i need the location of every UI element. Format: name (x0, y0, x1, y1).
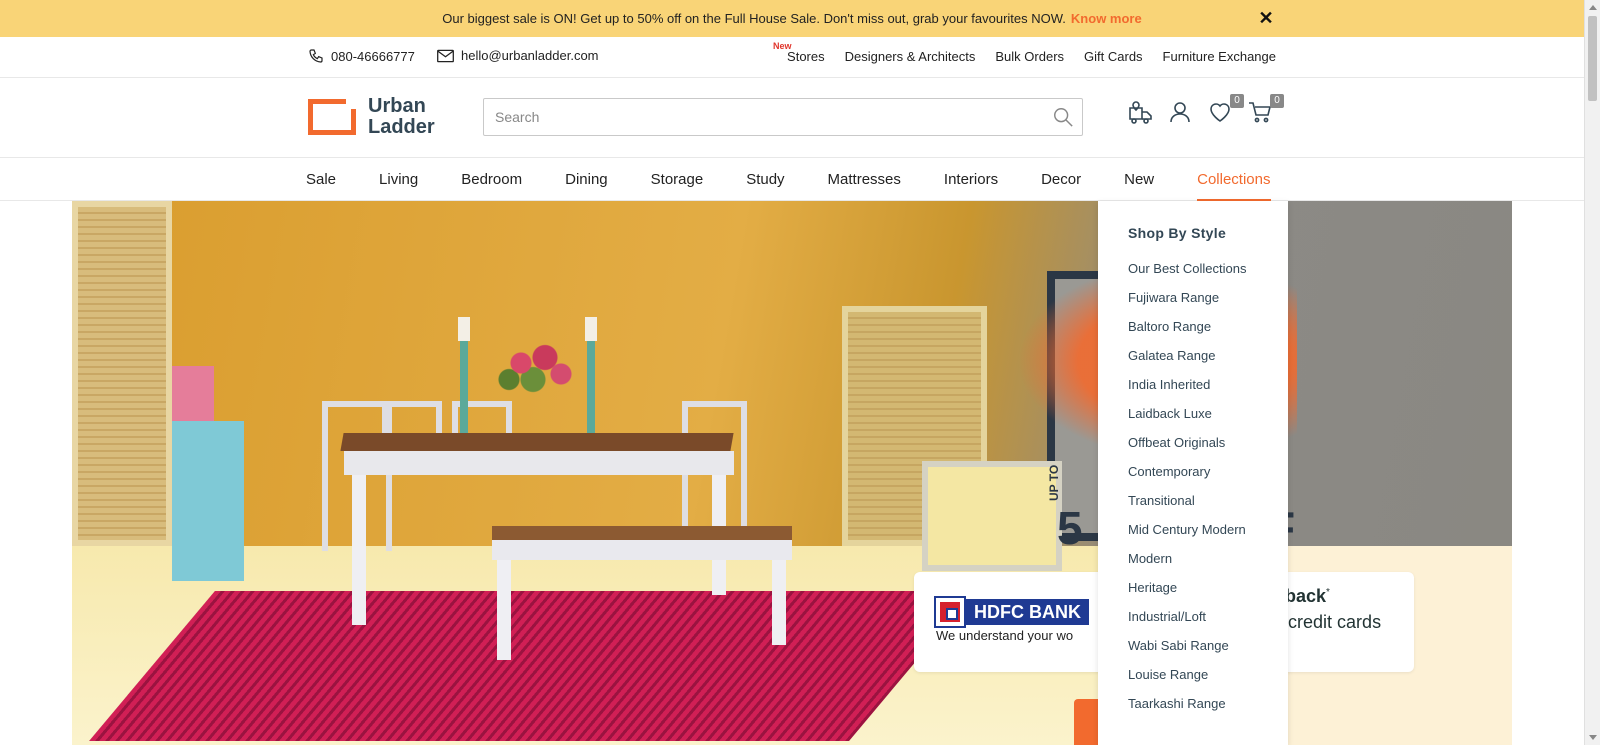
utility-link-gift-cards[interactable]: Gift Cards (1084, 49, 1143, 64)
collection-laidback-luxe[interactable]: Laidback Luxe (1128, 404, 1288, 433)
collection-india-inherited[interactable]: India Inherited (1128, 375, 1288, 404)
nav-item-living[interactable]: Living (379, 158, 418, 201)
collection-fujiwara-range[interactable]: Fujiwara Range (1128, 288, 1288, 317)
collection-offbeat-originals[interactable]: Offbeat Originals (1128, 433, 1288, 462)
hdfc-mark-icon (934, 596, 966, 628)
art-frame (922, 461, 1062, 571)
wishlist-heart-icon[interactable]: 0 (1208, 94, 1244, 126)
logo-line-2: Ladder (368, 116, 435, 138)
utility-links: New Stores Designers & Architects Bulk Or… (773, 41, 1276, 64)
collection-mid-century-modern[interactable]: Mid Century Modern (1128, 520, 1288, 549)
logo-line-1: Urban (368, 95, 426, 117)
cart-icon[interactable]: 0 (1248, 94, 1284, 126)
nav-item-collections[interactable]: Collections (1197, 158, 1271, 201)
search-icon[interactable] (1052, 106, 1074, 133)
hdfc-logo: HDFC BANK (934, 596, 1089, 628)
site-header: Urban Ladder 0 0 (0, 78, 1584, 158)
candle-stand-left (458, 317, 470, 433)
hdfc-name: HDFC BANK (966, 599, 1089, 625)
scrollbar-thumb[interactable] (1588, 16, 1597, 101)
phone-icon (309, 49, 323, 63)
logo-text: Urban Ladder (368, 96, 435, 138)
utility-link-designers[interactable]: Designers & Architects (845, 49, 976, 64)
cart-count-badge: 0 (1270, 94, 1284, 108)
nav-item-study[interactable]: Study (746, 158, 784, 201)
collection-taarkashi-range[interactable]: Taarkashi Range (1128, 694, 1288, 723)
announcement-bar: Our biggest sale is ON! Get up to 50% of… (0, 0, 1584, 37)
collection-our-best-collections[interactable]: Our Best Collections (1128, 259, 1288, 288)
bench-apron (492, 540, 792, 560)
collection-heritage[interactable]: Heritage (1128, 578, 1288, 607)
dropdown-title: Shop By Style (1128, 225, 1227, 241)
mail-icon (437, 49, 454, 62)
collection-louise-range[interactable]: Louise Range (1128, 665, 1288, 694)
nav-item-dining[interactable]: Dining (565, 158, 608, 201)
utility-link-bulk-orders[interactable]: Bulk Orders (995, 49, 1064, 64)
nav-item-storage[interactable]: Storage (651, 158, 704, 201)
cashback-asterisk: * (1326, 587, 1330, 598)
phone-number: 080-46666777 (331, 48, 415, 64)
search-input[interactable] (484, 99, 1024, 135)
bench-leg (772, 560, 786, 645)
table-leg (352, 475, 366, 625)
wishlist-count-badge: 0 (1230, 94, 1244, 108)
collections-dropdown: Shop By Style Our Best Collections Fujiw… (1098, 201, 1288, 745)
collection-wabi-sabi-range[interactable]: Wabi Sabi Range (1128, 636, 1288, 665)
bench-leg (497, 560, 511, 660)
nav-item-decor[interactable]: Decor (1041, 158, 1081, 201)
nav-item-mattresses[interactable]: Mattresses (828, 158, 901, 201)
nav-item-new[interactable]: New (1124, 158, 1154, 201)
page-scrollbar[interactable] (1584, 0, 1600, 745)
track-order-icon[interactable] (1128, 100, 1154, 126)
email-contact[interactable]: hello@urbanladder.com (437, 48, 599, 63)
email-address: hello@urbanladder.com (461, 48, 599, 63)
collection-galatea-range[interactable]: Galatea Range (1128, 346, 1288, 375)
urban-ladder-logo[interactable]: Urban Ladder (308, 96, 435, 138)
utility-link-label: Stores (787, 49, 825, 64)
know-more-link[interactable]: Know more (1071, 11, 1142, 26)
collection-baltoro-range[interactable]: Baltoro Range (1128, 317, 1288, 346)
announcement-text: Our biggest sale is ON! Get up to 50% of… (442, 11, 1066, 26)
collection-modern[interactable]: Modern (1128, 549, 1288, 578)
search-box (483, 98, 1083, 136)
scroll-up-icon[interactable] (1589, 5, 1597, 10)
utility-link-furniture-exchange[interactable]: Furniture Exchange (1163, 49, 1276, 64)
logo-mark-icon (308, 99, 356, 135)
striped-rug (89, 591, 975, 741)
shutter-door-left (72, 201, 172, 546)
utility-link-stores[interactable]: New Stores (773, 41, 825, 64)
hdfc-tagline: We understand your wo (936, 628, 1074, 643)
close-icon[interactable]: ✕ (1256, 8, 1276, 28)
discount-digit: 5 (1057, 502, 1083, 554)
flower-vase (497, 341, 577, 396)
collection-industrial-loft[interactable]: Industrial/Loft (1128, 607, 1288, 636)
dining-table-apron (344, 451, 734, 475)
upto-text: UP TO (1047, 464, 1061, 501)
nav-item-interiors[interactable]: Interiors (944, 158, 998, 201)
header-icons: 0 0 (1128, 94, 1284, 126)
candle-stand-right (585, 317, 597, 433)
bench-top (492, 526, 792, 540)
blue-panel (172, 421, 244, 581)
scroll-down-icon[interactable] (1589, 735, 1597, 740)
nav-item-sale[interactable]: Sale (306, 158, 336, 201)
hero-banner[interactable]: UP TO 5 F HDFC BANK We understand your w… (72, 201, 1512, 745)
utility-bar: 080-46666777 hello@urbanladder.com New St… (0, 37, 1584, 78)
collection-transitional[interactable]: Transitional (1128, 491, 1288, 520)
user-icon[interactable] (1168, 100, 1194, 126)
main-nav: Sale Living Bedroom Dining Storage Study… (0, 158, 1584, 201)
nav-item-bedroom[interactable]: Bedroom (461, 158, 522, 201)
collection-contemporary[interactable]: Contemporary (1128, 462, 1288, 491)
phone-contact[interactable]: 080-46666777 (308, 48, 415, 64)
dining-table-top (340, 433, 734, 451)
